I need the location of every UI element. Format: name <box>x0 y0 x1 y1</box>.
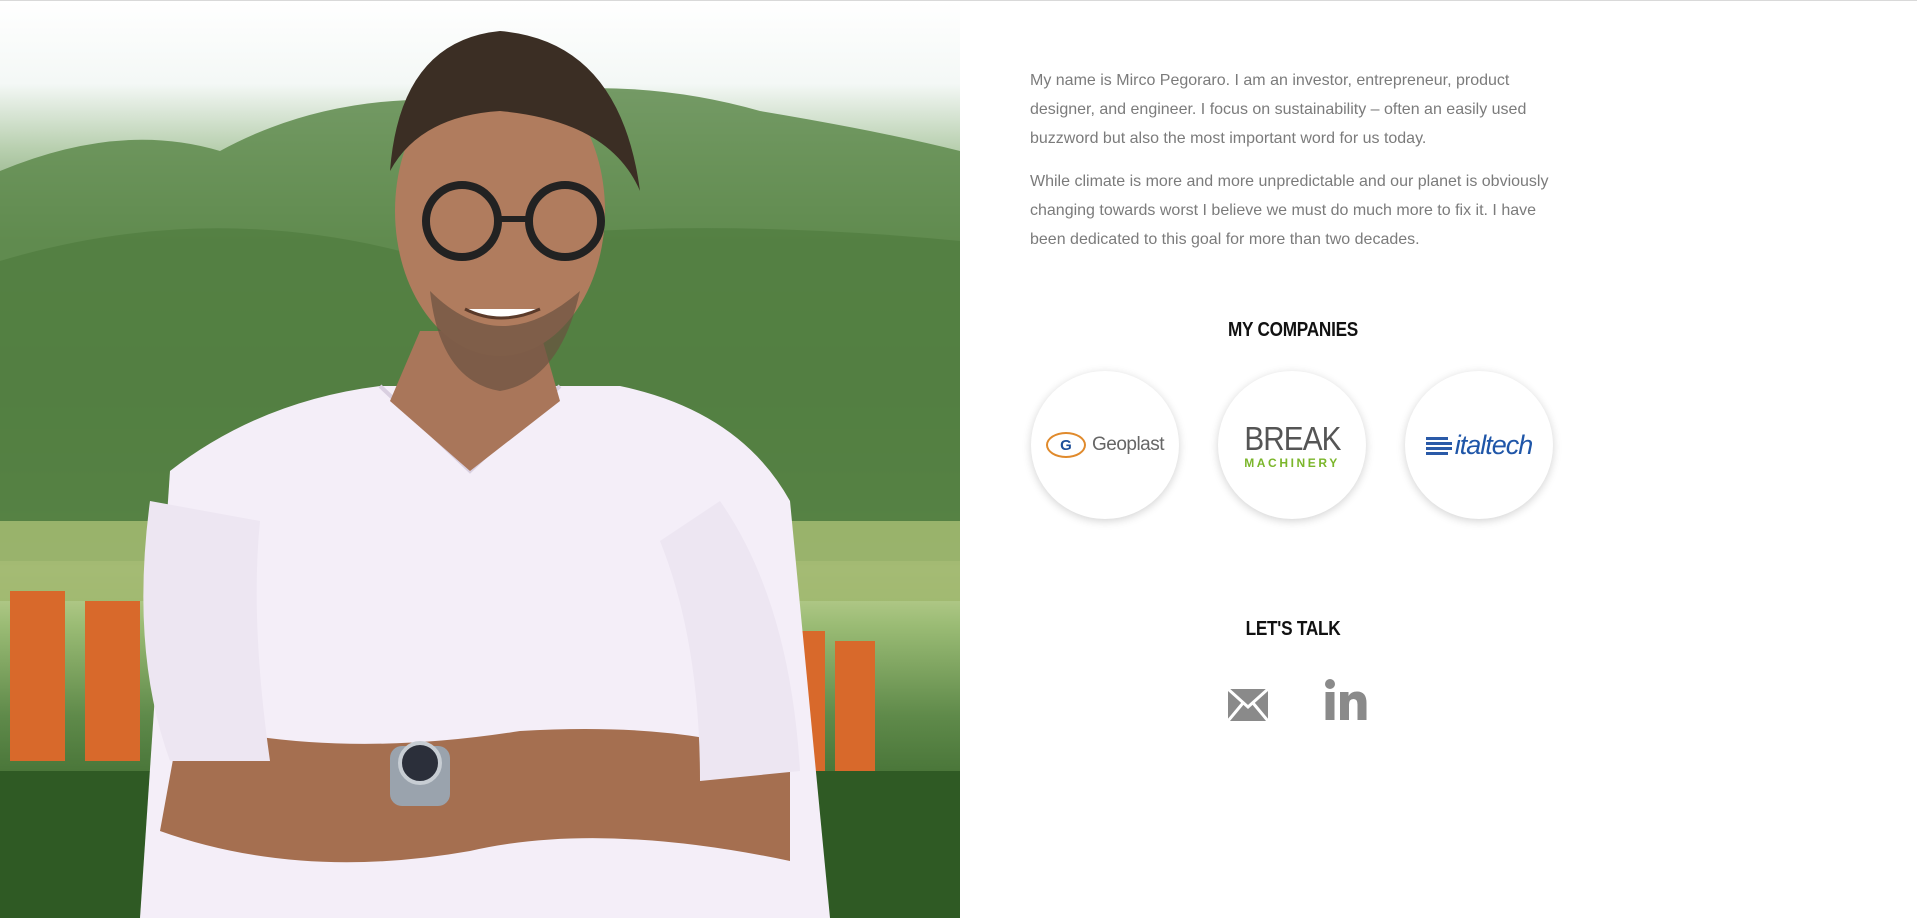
break-label: BREAK <box>1243 419 1341 457</box>
company-break-machinery-logo[interactable]: BREAK MACHINERY <box>1218 371 1366 519</box>
mail-icon[interactable] <box>1226 687 1270 722</box>
geoplast-mark-icon: G <box>1045 432 1086 458</box>
bio-paragraph-2: While climate is more and more unpredict… <box>1030 173 1549 248</box>
bio-text: My name is Mirco Pegoraro. I am an inves… <box>1030 66 1550 268</box>
italtech-stripes-icon <box>1425 437 1452 456</box>
geoplast-logo: G Geoplast <box>1045 432 1165 458</box>
linkedin-icon[interactable] <box>1325 679 1367 721</box>
company-italtech-logo[interactable]: italtech <box>1405 371 1553 519</box>
companies-list: G Geoplast BREAK MACHINERY italtech <box>1031 371 1556 521</box>
italtech-label: italtech <box>1454 429 1534 460</box>
bio-paragraph-1: My name is Mirco Pegoraro. I am an inves… <box>1030 72 1527 147</box>
portrait-photo <box>0 1 960 918</box>
italtech-logo: italtech <box>1425 429 1534 460</box>
machinery-label: MACHINERY <box>1244 455 1340 470</box>
contact-heading: LET'S TALK <box>1245 618 1341 640</box>
company-geoplast-logo[interactable]: G Geoplast <box>1031 371 1179 519</box>
companies-heading: MY COMPANIES <box>1227 319 1359 341</box>
break-machinery-logo: BREAK MACHINERY <box>1239 422 1346 469</box>
portrait-illustration <box>0 31 960 918</box>
geoplast-label: Geoplast <box>1091 434 1165 455</box>
